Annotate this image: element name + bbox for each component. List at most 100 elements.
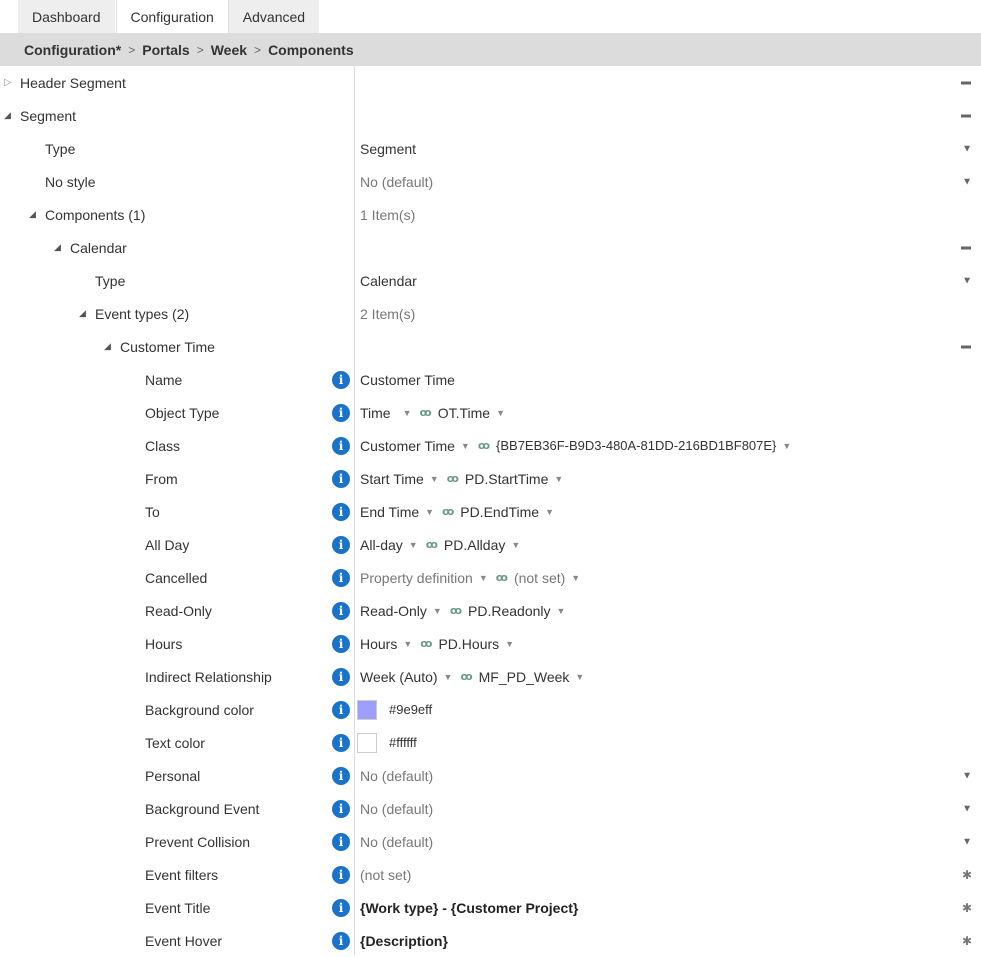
tab-configuration[interactable]: Configuration <box>115 0 229 33</box>
breadcrumb-item[interactable]: Portals <box>142 42 189 58</box>
dropdown-arrow-icon[interactable]: ▼ <box>430 474 439 484</box>
minus-icon[interactable] <box>961 246 971 249</box>
all-day-select[interactable]: All-day <box>360 537 403 553</box>
dropdown-arrow-icon[interactable]: ▼ <box>962 836 972 847</box>
breadcrumb-item[interactable]: Week <box>211 42 247 58</box>
prop-row-object-type[interactable]: Object Type i Time ▼ ꝏ OT.Time ▼ <box>0 396 981 429</box>
gear-icon[interactable]: ✱ <box>962 934 972 948</box>
dropdown-arrow-icon[interactable]: ▼ <box>511 540 520 550</box>
info-icon[interactable]: i <box>332 568 350 587</box>
type-select[interactable]: Segment <box>360 141 416 157</box>
prop-row-event-title[interactable]: Event Title i {Work type} - {Customer Pr… <box>0 891 981 924</box>
info-icon[interactable]: i <box>332 370 350 389</box>
info-icon[interactable]: i <box>332 502 350 521</box>
gear-icon[interactable]: ✱ <box>962 868 972 882</box>
event-hover-value[interactable]: {Description} <box>360 933 448 949</box>
collapse-icon[interactable]: ◢ <box>54 242 66 253</box>
prop-row-event-hover[interactable]: Event Hover i {Description} ✱ <box>0 924 981 957</box>
tree-row-event-types[interactable]: ◢ Event types (2) 2 Item(s) <box>0 297 981 330</box>
object-type-alias[interactable]: OT.Time <box>438 405 490 421</box>
prop-row-all-day[interactable]: All Day i All-day ▼ ꝏ PD.Allday ▼ <box>0 528 981 561</box>
dropdown-arrow-icon[interactable]: ▼ <box>505 639 514 649</box>
prop-row-read-only[interactable]: Read-Only i Read-Only ▼ ꝏ PD.Readonly ▼ <box>0 594 981 627</box>
collapse-icon[interactable]: ◢ <box>104 341 116 352</box>
dropdown-arrow-icon[interactable]: ▼ <box>409 540 418 550</box>
prop-row-indirect-relationship[interactable]: Indirect Relationship i Week (Auto) ▼ ꝏ … <box>0 660 981 693</box>
info-icon[interactable]: i <box>332 733 350 752</box>
dropdown-arrow-icon[interactable]: ▼ <box>554 474 563 484</box>
no-style-select[interactable]: No (default) <box>360 174 433 190</box>
tab-advanced[interactable]: Advanced <box>228 0 321 33</box>
prop-row-text-color[interactable]: Text color i #ffffff <box>0 726 981 759</box>
info-icon[interactable]: i <box>332 799 350 818</box>
prop-row-background-color[interactable]: Background color i #9e9eff <box>0 693 981 726</box>
collapse-icon[interactable]: ◢ <box>29 209 41 220</box>
personal-select[interactable]: No (default) <box>360 768 433 784</box>
dropdown-arrow-icon[interactable]: ▼ <box>479 573 488 583</box>
info-icon[interactable]: i <box>332 667 350 686</box>
to-select[interactable]: End Time <box>360 504 419 520</box>
dropdown-arrow-icon[interactable]: ▼ <box>962 803 972 814</box>
all-day-alias[interactable]: PD.Allday <box>444 537 505 553</box>
prop-row-class[interactable]: Class i Customer Time ▼ ꝏ {BB7EB36F-B9D3… <box>0 429 981 462</box>
from-select[interactable]: Start Time <box>360 471 424 487</box>
minus-icon[interactable] <box>961 81 971 84</box>
expand-icon[interactable]: ▷ <box>4 77 16 88</box>
dropdown-arrow-icon[interactable]: ▼ <box>496 408 505 418</box>
collapse-icon[interactable]: ◢ <box>79 308 91 319</box>
prop-row-name[interactable]: Name i Customer Time <box>0 363 981 396</box>
dropdown-arrow-icon[interactable]: ▼ <box>962 770 972 781</box>
info-icon[interactable]: i <box>332 535 350 554</box>
tree-row-segment-type[interactable]: Type Segment ▼ <box>0 132 981 165</box>
read-only-select[interactable]: Read-Only <box>360 603 427 619</box>
prop-row-prevent-collision[interactable]: Prevent Collision i No (default) ▼ <box>0 825 981 858</box>
tree-row-calendar-type[interactable]: Type Calendar ▼ <box>0 264 981 297</box>
prop-row-personal[interactable]: Personal i No (default) ▼ <box>0 759 981 792</box>
background-event-select[interactable]: No (default) <box>360 801 433 817</box>
cancelled-select[interactable]: Property definition <box>360 570 473 586</box>
dropdown-arrow-icon[interactable]: ▼ <box>545 507 554 517</box>
info-icon[interactable]: i <box>332 865 350 884</box>
info-icon[interactable]: i <box>332 766 350 785</box>
tree-row-calendar[interactable]: ◢ Calendar <box>0 231 981 264</box>
prop-row-background-event[interactable]: Background Event i No (default) ▼ <box>0 792 981 825</box>
dropdown-arrow-icon[interactable]: ▼ <box>403 408 412 418</box>
info-icon[interactable]: i <box>332 601 350 620</box>
breadcrumb-item[interactable]: Configuration* <box>24 42 121 58</box>
dropdown-arrow-icon[interactable]: ▼ <box>403 639 412 649</box>
read-only-alias[interactable]: PD.Readonly <box>468 603 551 619</box>
calendar-type-select[interactable]: Calendar <box>360 273 417 289</box>
color-swatch[interactable] <box>357 699 377 720</box>
info-icon[interactable]: i <box>332 931 350 950</box>
collapse-icon[interactable]: ◢ <box>4 110 16 121</box>
indirect-select[interactable]: Week (Auto) <box>360 669 438 685</box>
class-alias[interactable]: {BB7EB36F-B9D3-480A-81DD-216BD1BF807E} <box>496 438 776 453</box>
info-icon[interactable]: i <box>332 436 350 455</box>
prop-row-cancelled[interactable]: Cancelled i Property definition ▼ ꝏ (not… <box>0 561 981 594</box>
prevent-collision-select[interactable]: No (default) <box>360 834 433 850</box>
dropdown-arrow-icon[interactable]: ▼ <box>962 275 972 286</box>
tree-row-segment[interactable]: ◢ Segment <box>0 99 981 132</box>
info-icon[interactable]: i <box>332 898 350 917</box>
minus-icon[interactable] <box>961 345 971 348</box>
dropdown-arrow-icon[interactable]: ▼ <box>962 176 972 187</box>
dropdown-arrow-icon[interactable]: ▼ <box>782 441 791 451</box>
indirect-alias[interactable]: MF_PD_Week <box>479 669 570 685</box>
tree-row-header-segment[interactable]: ▷ Header Segment <box>0 66 981 99</box>
event-filters-value[interactable]: (not set) <box>360 867 411 883</box>
info-icon[interactable]: i <box>332 403 350 422</box>
gear-icon[interactable]: ✱ <box>962 901 972 915</box>
dropdown-arrow-icon[interactable]: ▼ <box>571 573 580 583</box>
text-color-value[interactable]: #ffffff <box>389 735 417 750</box>
dropdown-arrow-icon[interactable]: ▼ <box>962 143 972 154</box>
object-type-select[interactable]: Time <box>360 405 391 421</box>
from-alias[interactable]: PD.StartTime <box>465 471 549 487</box>
hours-select[interactable]: Hours <box>360 636 397 652</box>
tree-row-no-style[interactable]: No style No (default) ▼ <box>0 165 981 198</box>
info-icon[interactable]: i <box>332 832 350 851</box>
hours-alias[interactable]: PD.Hours <box>438 636 499 652</box>
prop-row-hours[interactable]: Hours i Hours ▼ ꝏ PD.Hours ▼ <box>0 627 981 660</box>
dropdown-arrow-icon[interactable]: ▼ <box>557 606 566 616</box>
dropdown-arrow-icon[interactable]: ▼ <box>433 606 442 616</box>
dropdown-arrow-icon[interactable]: ▼ <box>444 672 453 682</box>
